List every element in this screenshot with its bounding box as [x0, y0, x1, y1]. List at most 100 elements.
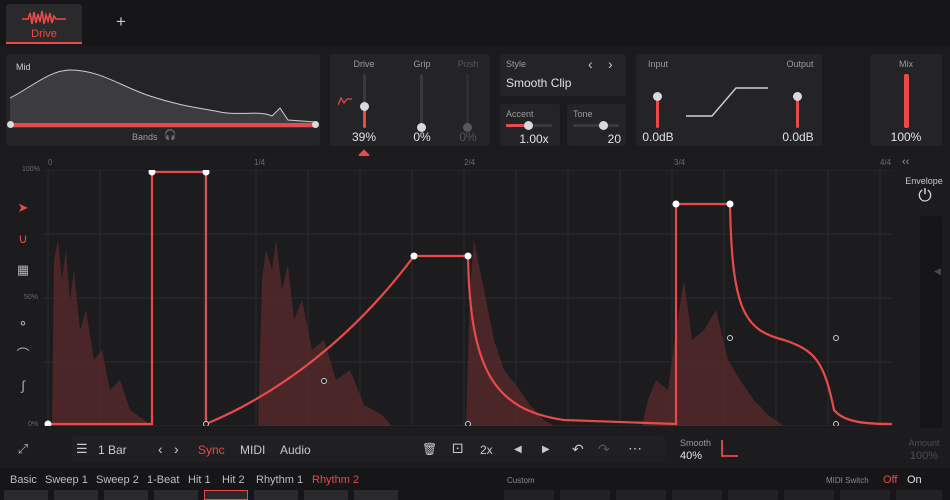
magnet-snap-icon[interactable]: ∪: [14, 230, 32, 248]
style-prev-button[interactable]: ‹: [588, 56, 593, 72]
custom-slot[interactable]: [504, 490, 554, 500]
custom-slot[interactable]: [560, 490, 610, 500]
custom-slot[interactable]: [896, 490, 942, 500]
waveform-logo-icon: [22, 10, 66, 25]
pointer-tool-icon[interactable]: ➤: [14, 199, 32, 217]
input-label: Input: [647, 59, 669, 69]
input-slider[interactable]: [653, 92, 662, 128]
mix-slider[interactable]: [904, 74, 909, 128]
midi-switch-on[interactable]: On: [907, 474, 922, 486]
envelope-graph[interactable]: [44, 170, 892, 426]
midi-switch-off[interactable]: Off: [883, 474, 897, 486]
preset-hit-2[interactable]: Hit 2: [222, 474, 245, 486]
expand-icon[interactable]: ⤢: [14, 440, 32, 458]
preset-1-beat[interactable]: 1-Beat: [147, 474, 179, 486]
amount-label: Amount: [908, 438, 940, 448]
trash-icon[interactable]: 🗑: [422, 442, 437, 456]
style-section[interactable]: Style Smooth Clip ‹ ›: [500, 54, 626, 96]
shift-left-icon[interactable]: ◀: [514, 444, 522, 455]
preset-thumbnail[interactable]: [254, 490, 298, 500]
preset-thumbnails: [4, 490, 399, 500]
length-selector[interactable]: 1 Bar: [98, 443, 127, 457]
output-value: 0.0dB: [782, 130, 814, 144]
time-marker-0: 0: [48, 158, 53, 167]
output-slider[interactable]: [793, 92, 802, 128]
grip-slider[interactable]: [417, 74, 426, 132]
style-value[interactable]: Smooth Clip: [506, 76, 571, 90]
amount-meter[interactable]: [920, 216, 942, 428]
drive-value: 39%: [351, 130, 377, 144]
tone-slider[interactable]: [573, 121, 619, 130]
preset-thumbnail[interactable]: [4, 490, 48, 500]
smooth-curve-icon[interactable]: [718, 438, 740, 460]
band-range-bar[interactable]: [10, 123, 316, 127]
mode-audio-button[interactable]: Audio: [280, 443, 311, 457]
multiplier-button[interactable]: 2x: [480, 443, 493, 457]
mix-value: 100%: [890, 130, 922, 144]
push-label: Push: [457, 59, 479, 69]
select-area-icon[interactable]: ▦: [14, 261, 32, 279]
length-next-button[interactable]: ›: [174, 441, 179, 457]
push-slider[interactable]: [463, 74, 472, 132]
power-icon[interactable]: ⏻: [914, 186, 936, 206]
mix-section: Mix 100%: [870, 54, 942, 146]
preset-sweep-2[interactable]: Sweep 2: [96, 474, 139, 486]
y-label-top: 100%: [22, 166, 40, 173]
preset-thumbnail[interactable]: [154, 490, 198, 500]
input-knob[interactable]: [653, 92, 662, 101]
time-marker-2: 2/4: [464, 158, 476, 167]
tone-knob[interactable]: [599, 121, 608, 130]
drive-section: Drive 39% Grip 0% Push 0%: [330, 54, 490, 146]
headphones-icon[interactable]: 🎧: [164, 130, 176, 141]
input-value: 0.0dB: [642, 130, 674, 144]
tab-drive[interactable]: Drive: [6, 4, 82, 44]
accent-knob[interactable]: [524, 121, 533, 130]
mix-label: Mix: [899, 59, 913, 69]
band-display[interactable]: Mid Bands 🎧: [6, 54, 320, 146]
preset-thumbnail[interactable]: [204, 490, 248, 500]
drive-label: Drive: [353, 59, 375, 69]
audio-waveform: [52, 240, 784, 426]
s-curve-tool-icon[interactable]: ∫: [14, 377, 32, 395]
custom-slot[interactable]: [784, 490, 834, 500]
style-next-button[interactable]: ›: [608, 56, 613, 72]
custom-slot[interactable]: [672, 490, 722, 500]
preset-thumbnail[interactable]: [54, 490, 98, 500]
y-label-mid: 50%: [24, 294, 39, 301]
length-prev-button[interactable]: ‹: [158, 441, 163, 457]
preset-rhythm-2[interactable]: Rhythm 2: [312, 474, 359, 486]
custom-slot[interactable]: [728, 490, 778, 500]
add-tab-button[interactable]: +: [116, 12, 126, 32]
drive-curve-icon[interactable]: [338, 96, 352, 106]
redo-icon[interactable]: ↷: [598, 441, 610, 458]
grip-value: 0%: [413, 130, 431, 144]
mode-midi-button[interactable]: MIDI: [240, 443, 265, 457]
output-knob[interactable]: [793, 92, 802, 101]
undo-icon[interactable]: ↶: [572, 441, 584, 458]
tone-label: Tone: [573, 109, 593, 119]
band-handle-right[interactable]: [312, 121, 319, 128]
collapse-panel-button[interactable]: ‹‹: [902, 156, 909, 168]
preset-thumbnail[interactable]: [304, 490, 348, 500]
custom-slot[interactable]: [616, 490, 666, 500]
line-tool-icon[interactable]: ⚬: [14, 315, 32, 333]
accent-slider[interactable]: [506, 121, 552, 130]
mode-sync-button[interactable]: Sync: [198, 443, 225, 457]
drive-knob[interactable]: [360, 101, 369, 111]
mix-fill: [904, 74, 909, 128]
preset-thumbnail[interactable]: [104, 490, 148, 500]
custom-slot[interactable]: [840, 490, 890, 500]
shift-right-icon[interactable]: ▶: [542, 444, 550, 455]
more-options-icon[interactable]: ⋯: [628, 440, 642, 457]
midi-switch-label: MIDI Switch: [826, 476, 869, 485]
dice-icon[interactable]: ⚀: [452, 441, 463, 457]
list-icon[interactable]: ☰: [76, 441, 88, 457]
preset-rhythm-1[interactable]: Rhythm 1: [256, 474, 303, 486]
curve-tool-icon[interactable]: ⌒: [14, 346, 32, 364]
preset-basic[interactable]: Basic: [10, 474, 37, 486]
preset-sweep-1[interactable]: Sweep 1: [45, 474, 88, 486]
drive-slider[interactable]: [360, 74, 369, 128]
preset-hit-1[interactable]: Hit 1: [188, 474, 211, 486]
preset-thumbnail[interactable]: [354, 490, 398, 500]
band-handle-left[interactable]: [7, 121, 14, 128]
